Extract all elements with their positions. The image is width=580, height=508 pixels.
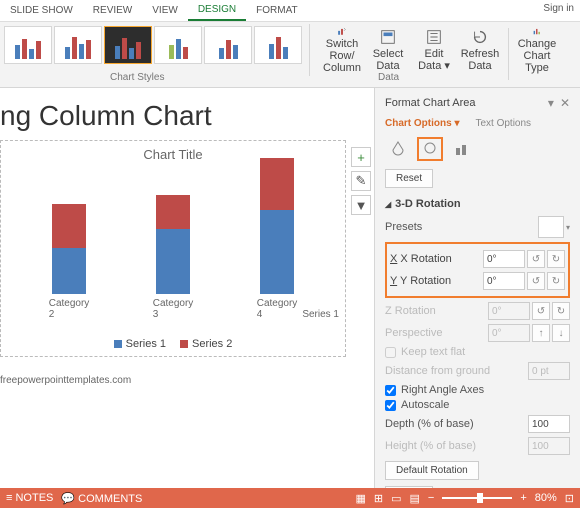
ribbon: Switch Row/ Column Select Data Edit Data…: [0, 22, 580, 88]
switch-row-column-button[interactable]: Switch Row/ Column: [321, 26, 363, 74]
style-thumb-2[interactable]: [54, 26, 102, 64]
distance-input: [528, 362, 570, 380]
reset-button-top[interactable]: Reset: [385, 169, 433, 188]
group-label-styles: Chart Styles: [110, 72, 164, 83]
fill-outline-icon[interactable]: [385, 137, 411, 161]
tab-chart-options[interactable]: Chart Options ▾: [385, 118, 459, 129]
fit-to-window[interactable]: ⊡: [565, 492, 574, 505]
xy-rotation-highlight: X X Rotation ↺↻ Y Y Rotation ↺↻: [385, 242, 570, 298]
x-rot-left[interactable]: ↺: [527, 250, 545, 268]
tab-view[interactable]: View: [142, 1, 188, 20]
panel-dropdown[interactable]: ▾: [548, 96, 554, 110]
view-slideshow[interactable]: ▤: [409, 492, 419, 505]
persp-up[interactable]: ↑: [532, 324, 550, 342]
group-label-data: Data: [378, 72, 399, 83]
y-rotation-input[interactable]: [483, 272, 525, 290]
z-rot-ccw[interactable]: ↺: [532, 302, 550, 320]
chart-plot-area[interactable]: Category 2 Category 3 Category 4: [7, 170, 339, 320]
depth-input[interactable]: [528, 415, 570, 433]
zoom-in[interactable]: +: [520, 492, 526, 504]
y-rot-down[interactable]: ↻: [547, 272, 565, 290]
style-thumb-5[interactable]: [204, 26, 252, 64]
tab-design[interactable]: Design: [188, 0, 246, 21]
watermark: freepowerpointtemplates.com: [0, 375, 374, 386]
autoscale-checkbox[interactable]: [385, 400, 396, 411]
right-angle-axes-checkbox[interactable]: [385, 385, 396, 396]
z-rot-cw[interactable]: ↻: [552, 302, 570, 320]
height-input: [528, 437, 570, 455]
chart-elements-button[interactable]: +: [351, 147, 371, 167]
perspective-label: Perspective: [385, 327, 442, 339]
presets-dropdown[interactable]: [538, 216, 564, 238]
style-thumb-3[interactable]: [104, 26, 152, 64]
zoom-level[interactable]: 80%: [535, 492, 557, 504]
chart-filters-button[interactable]: ▼: [351, 195, 371, 215]
comments-button[interactable]: 💬 COMMENTS: [61, 492, 142, 505]
effects-icon[interactable]: [417, 137, 443, 161]
sign-in-link[interactable]: Sign in: [543, 3, 574, 14]
tab-slideshow[interactable]: Slide Show: [0, 1, 83, 20]
zoom-out[interactable]: −: [428, 492, 434, 504]
select-data-button[interactable]: Select Data: [367, 26, 409, 74]
ribbon-data-group: Switch Row/ Column Select Data Edit Data…: [321, 22, 558, 87]
view-sorter[interactable]: ⊞: [374, 492, 383, 505]
refresh-data-button[interactable]: Refresh Data: [459, 26, 501, 74]
z-rotation-input: [488, 302, 530, 320]
presets-label: Presets: [385, 221, 422, 233]
style-thumb-6[interactable]: [254, 26, 302, 64]
chart-styles-button[interactable]: ✎: [351, 171, 371, 191]
notes-button[interactable]: ≡ NOTES: [6, 492, 53, 504]
panel-close-button[interactable]: ✕: [560, 96, 570, 110]
z-rotation-label: Z Rotation: [385, 305, 436, 317]
y-rot-up[interactable]: ↺: [527, 272, 545, 290]
x-rot-right[interactable]: ↻: [547, 250, 565, 268]
section-3d-rotation[interactable]: ◢3-D Rotation: [385, 198, 570, 210]
series-axis-label: Series 1: [302, 309, 339, 320]
format-chart-area-panel: Format Chart Area ▾ ✕ Chart Options ▾ Tex…: [374, 88, 580, 488]
size-properties-icon[interactable]: [449, 137, 475, 161]
zoom-slider[interactable]: [442, 497, 512, 499]
change-chart-type-button[interactable]: Change Chart Type: [516, 26, 558, 74]
chart-object[interactable]: + ✎ ▼ Chart Title Category 2 Category 3 …: [0, 140, 346, 357]
style-thumb-4[interactable]: [154, 26, 202, 64]
slide-canvas[interactable]: ng Column Chart + ✎ ▼ Chart Title Catego…: [0, 88, 374, 488]
tab-format[interactable]: Format: [246, 1, 307, 20]
perspective-input: [488, 324, 530, 342]
persp-down[interactable]: ↓: [552, 324, 570, 342]
style-thumb-1[interactable]: [4, 26, 52, 64]
tab-text-options[interactable]: Text Options: [475, 118, 531, 129]
chart-legend[interactable]: Series 1 Series 2: [7, 338, 339, 350]
edit-data-button[interactable]: Edit Data ▾: [413, 26, 455, 74]
keep-text-flat-checkbox: [385, 347, 396, 358]
ribbon-tabs: Slide Show Review View Design Format: [0, 0, 580, 22]
default-rotation-button[interactable]: Default Rotation: [385, 461, 479, 480]
view-reading[interactable]: ▭: [391, 492, 401, 505]
slide-title[interactable]: ng Column Chart: [0, 100, 374, 132]
x-rotation-input[interactable]: [483, 250, 525, 268]
status-bar: ≡ NOTES 💬 COMMENTS ▦ ⊞ ▭ ▤ − + 80% ⊡: [0, 488, 580, 508]
tab-review[interactable]: Review: [83, 1, 142, 20]
view-normal[interactable]: ▦: [355, 492, 365, 505]
panel-title: Format Chart Area: [385, 97, 475, 109]
